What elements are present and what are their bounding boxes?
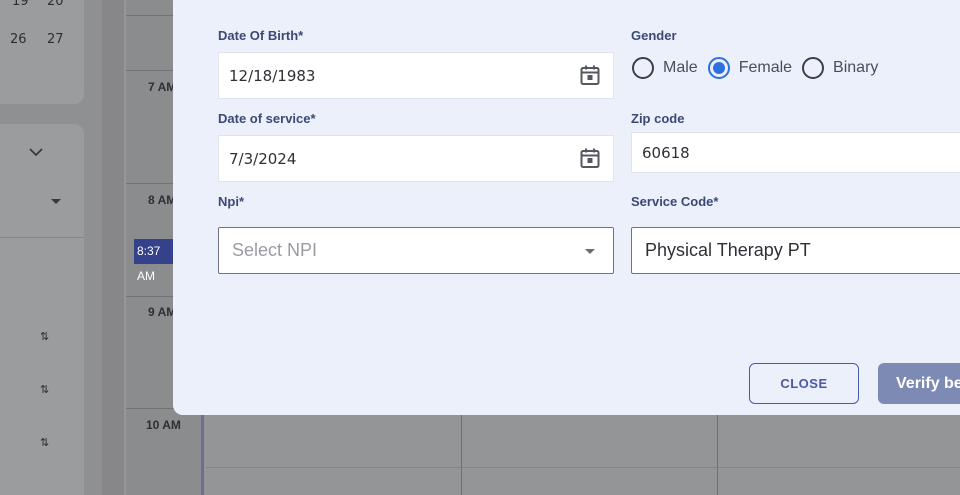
npi-label: Npi* xyxy=(218,194,244,209)
calendar-icon[interactable] xyxy=(580,64,600,86)
dos-field[interactable]: 7/3/2024 xyxy=(218,135,614,182)
service-code-label: Service Code* xyxy=(631,194,719,209)
radio-binary-label[interactable]: Binary xyxy=(833,59,878,77)
scrollbar-track[interactable] xyxy=(102,0,124,495)
mini-calendar-day[interactable]: 20 xyxy=(47,0,64,9)
radio-male-label[interactable]: Male xyxy=(663,59,698,77)
sort-icon[interactable]: ⇅ xyxy=(40,330,49,343)
npi-select[interactable]: Select NPI xyxy=(218,227,614,274)
radio-binary[interactable] xyxy=(802,57,825,79)
dos-value: 7/3/2024 xyxy=(229,149,297,168)
zip-field[interactable]: 60618 xyxy=(631,132,960,173)
mini-calendar-day[interactable]: 19 xyxy=(12,0,29,9)
hour-label: 7 AM xyxy=(148,80,177,94)
sort-icon[interactable]: ⇅ xyxy=(40,383,49,396)
zip-value: 60618 xyxy=(642,143,690,162)
column-divider xyxy=(717,415,718,495)
mini-calendar-card: 19 20 26 27 xyxy=(0,0,84,104)
dropdown-caret-icon[interactable] xyxy=(51,199,61,204)
gender-label: Gender xyxy=(631,28,677,43)
divider xyxy=(0,237,84,238)
current-time-badge: 8:37 AM xyxy=(134,239,174,283)
dob-field[interactable]: 12/18/1983 xyxy=(218,52,614,99)
service-code-select[interactable]: Physical Therapy PT xyxy=(631,227,960,274)
dob-label: Date Of Birth* xyxy=(218,28,304,43)
radio-female-label[interactable]: Female xyxy=(739,59,792,77)
zip-label: Zip code xyxy=(631,111,685,126)
chevron-down-icon[interactable] xyxy=(28,146,44,158)
npi-placeholder: Select NPI xyxy=(232,240,318,260)
radio-male[interactable] xyxy=(632,57,654,79)
verify-benefits-button[interactable]: Verify benefits xyxy=(878,363,960,404)
close-button[interactable]: CLOSE xyxy=(749,363,859,404)
column-divider xyxy=(461,415,462,495)
gender-radio-group: Male Female Binary xyxy=(632,57,888,79)
chevron-down-icon[interactable] xyxy=(585,249,595,254)
mini-calendar-day[interactable]: 27 xyxy=(47,32,64,47)
hour-label: 9 AM xyxy=(148,305,177,319)
calendar-icon[interactable] xyxy=(580,147,600,169)
dos-label: Date of service* xyxy=(218,111,316,126)
hour-label: 8 AM xyxy=(148,193,177,207)
dob-value: 12/18/1983 xyxy=(229,66,316,85)
mini-calendar-day[interactable]: 26 xyxy=(10,32,27,47)
sort-icon[interactable]: ⇅ xyxy=(40,436,49,449)
service-code-value: Physical Therapy PT xyxy=(645,240,811,260)
hour-label: 10 AM xyxy=(146,418,181,432)
half-hour-divider xyxy=(206,467,960,468)
radio-female[interactable] xyxy=(707,57,730,79)
